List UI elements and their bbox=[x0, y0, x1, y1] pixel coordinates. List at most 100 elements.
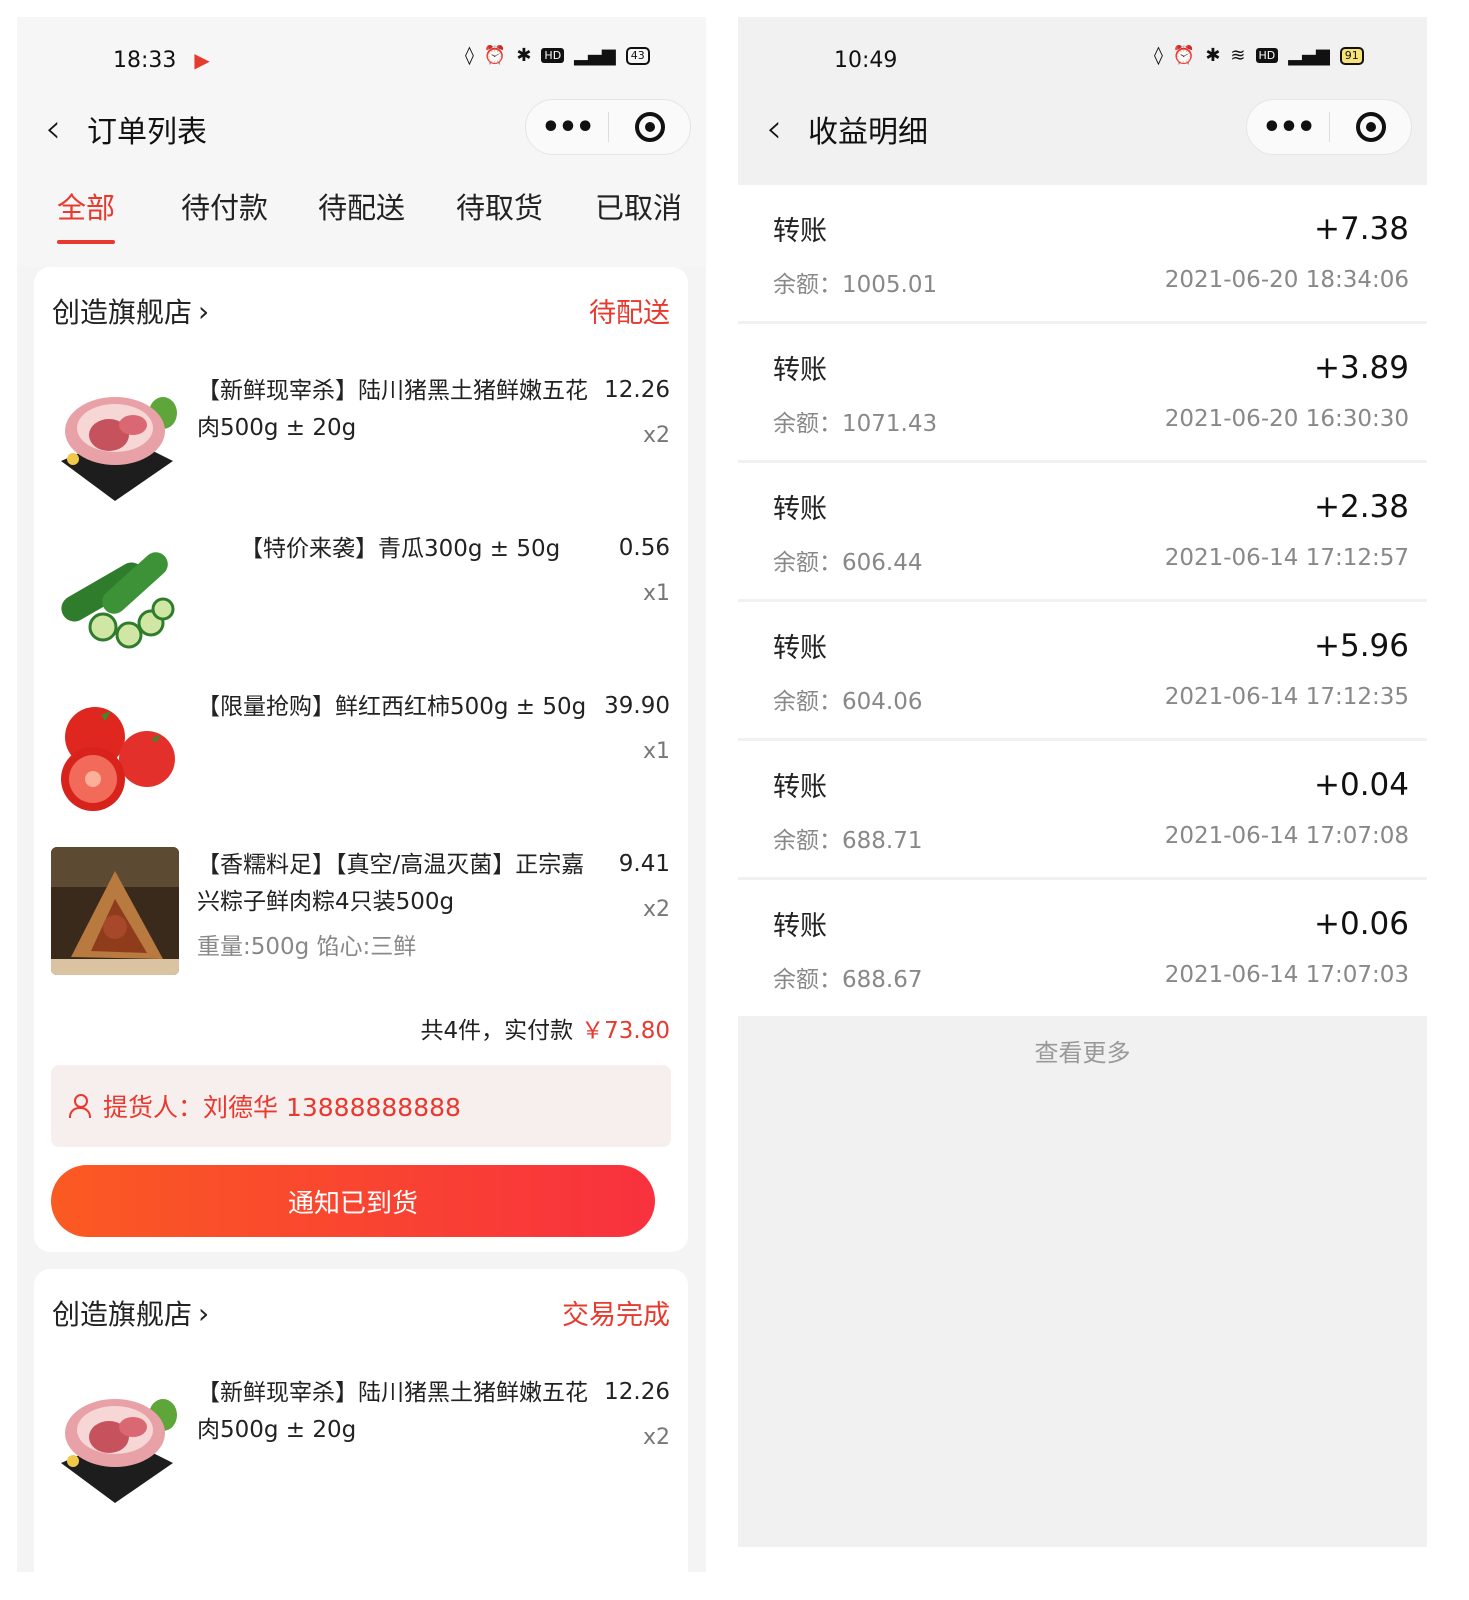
page-title: 收益明细 bbox=[808, 115, 928, 150]
user-icon bbox=[69, 1094, 91, 1118]
record-time: 2021-06-14 17:12:57 bbox=[1164, 545, 1409, 571]
record-type: 转账 bbox=[773, 216, 827, 247]
record-amount: +3.89 bbox=[1314, 350, 1409, 386]
signal-icon: ▂▄▆ bbox=[1288, 45, 1330, 66]
status-time: 18:33 bbox=[113, 47, 177, 73]
record-amount: +0.04 bbox=[1314, 767, 1409, 803]
mini-program-capsule: ••• bbox=[1246, 99, 1412, 155]
alarm-icon: ⏰ bbox=[483, 45, 507, 66]
record-type: 转账 bbox=[773, 355, 827, 386]
record-amount: +5.96 bbox=[1314, 628, 1409, 664]
more-icon[interactable]: ••• bbox=[526, 110, 608, 145]
order-item[interactable]: 【新鲜现宰杀】陆川猪黑土猪鲜嫩五花肉500g ± 20g 12.26 x2 bbox=[34, 1375, 688, 1505]
order-status: 交易完成 bbox=[562, 1300, 670, 1331]
earnings-record[interactable]: 转账 +5.96 余额：604.06 2021-06-14 17:12:35 bbox=[738, 602, 1427, 738]
tab-cancelled[interactable]: 已取消 bbox=[595, 185, 682, 227]
pork-belly-image bbox=[51, 1375, 179, 1503]
order-tabs: 全部 待付款 待配送 待取货 已取消 bbox=[17, 185, 706, 245]
item-quantity: x2 bbox=[642, 1425, 670, 1450]
hd-icon: HD bbox=[1255, 48, 1279, 63]
shop-link[interactable]: 创造旗舰店 › bbox=[52, 291, 209, 331]
order-item[interactable]: 【限量抢购】鲜红西红柿500g ± 50g 39.90 x1 bbox=[34, 689, 688, 819]
earnings-record[interactable]: 转账 +0.04 余额：688.71 2021-06-14 17:07:08 bbox=[738, 741, 1427, 877]
status-icons: ◊ ⏰ ✱ ≋ HD ▂▄▆ 91 bbox=[1154, 45, 1364, 66]
item-name: 【香糯料足】【真空/高温灭菌】正宗嘉兴粽子鲜肉粽4只装500g bbox=[197, 852, 585, 915]
item-price: 12.26 bbox=[604, 377, 670, 403]
app-notification-icon: ▶ bbox=[194, 48, 210, 72]
item-quantity: x1 bbox=[642, 739, 670, 764]
order-card[interactable]: 创造旗舰店 › 待配送 【新鲜现宰杀】陆川猪黑土猪鲜嫩五花肉500g ± 20g… bbox=[34, 267, 688, 1252]
close-mini-program-button[interactable] bbox=[1330, 112, 1411, 142]
order-card[interactable]: 创造旗舰店 › 交易完成 【新鲜现宰杀】陆川猪黑土猪鲜嫩五花肉500g ± 20… bbox=[34, 1269, 688, 1572]
item-price: 9.41 bbox=[618, 851, 670, 877]
see-more-link[interactable]: 查看更多 bbox=[738, 1033, 1427, 1068]
pickup-person-text: 提货人：刘德华 13888888888 bbox=[103, 1093, 461, 1122]
pickup-person: 提货人：刘德华 13888888888 bbox=[51, 1065, 671, 1147]
record-time: 2021-06-14 17:07:03 bbox=[1164, 962, 1409, 988]
mini-program-capsule: ••• bbox=[525, 99, 691, 155]
close-mini-program-button[interactable] bbox=[609, 112, 690, 142]
record-type: 转账 bbox=[773, 633, 827, 664]
target-icon bbox=[634, 112, 665, 142]
summary-label: 共4件，实付款 bbox=[420, 1018, 574, 1044]
record-time: 2021-06-14 17:12:35 bbox=[1164, 684, 1409, 710]
wifi-icon: ≋ bbox=[1230, 45, 1246, 66]
tomato-image bbox=[51, 689, 179, 817]
shop-link[interactable]: 创造旗舰店 › bbox=[52, 1293, 209, 1333]
status-icons: ◊ ⏰ ✱ HD ▂▄▆ 43 bbox=[465, 45, 650, 66]
record-type: 转账 bbox=[773, 772, 827, 803]
item-name: 【新鲜现宰杀】陆川猪黑土猪鲜嫩五花肉500g ± 20g bbox=[197, 378, 588, 441]
record-balance: 余额：688.71 bbox=[773, 828, 923, 854]
more-icon[interactable]: ••• bbox=[1247, 110, 1329, 145]
status-bar: 18:33 ▶ bbox=[113, 43, 210, 77]
back-icon[interactable]: ‹ bbox=[766, 106, 782, 152]
record-balance: 余额：688.67 bbox=[773, 967, 923, 993]
status-bar: 10:49 bbox=[834, 43, 897, 77]
order-item[interactable]: 【香糯料足】【真空/高温灭菌】正宗嘉兴粽子鲜肉粽4只装500g 9.41 x2 … bbox=[34, 847, 688, 987]
tab-pending-delivery[interactable]: 待配送 bbox=[318, 185, 405, 227]
page-title: 订单列表 bbox=[87, 115, 207, 150]
order-item[interactable]: 【新鲜现宰杀】陆川猪黑土猪鲜嫩五花肉500g ± 20g 12.26 x2 bbox=[34, 373, 688, 503]
active-tab-indicator bbox=[57, 240, 115, 244]
record-time: 2021-06-20 16:30:30 bbox=[1164, 406, 1409, 432]
record-amount: +7.38 bbox=[1314, 211, 1409, 247]
order-item[interactable]: 【特价来袭】青瓜300g ± 50g 0.56 x1 bbox=[34, 531, 688, 661]
navigation-bar: ‹ 订单列表 bbox=[45, 99, 207, 159]
chevron-right-icon: › bbox=[198, 1296, 210, 1330]
item-name: 【限量抢购】鲜红西红柿500g ± 50g bbox=[197, 694, 587, 720]
order-list-screen: 18:33 ▶ ◊ ⏰ ✱ HD ▂▄▆ 43 ‹ 订单列表 ••• 全部 待付… bbox=[17, 17, 706, 1572]
drop-icon: ◊ bbox=[465, 45, 474, 66]
earnings-record[interactable]: 转账 +0.06 余额：688.67 2021-06-14 17:07:03 bbox=[738, 880, 1427, 1016]
record-balance: 余额：604.06 bbox=[773, 689, 923, 715]
earnings-record[interactable]: 转账 +2.38 余额：606.44 2021-06-14 17:12:57 bbox=[738, 463, 1427, 599]
tab-pending-pickup[interactable]: 待取货 bbox=[456, 185, 543, 227]
battery-icon: 91 bbox=[1339, 46, 1364, 65]
tab-pending-payment[interactable]: 待付款 bbox=[181, 185, 268, 227]
order-status: 待配送 bbox=[589, 298, 670, 329]
shop-name: 创造旗舰店 bbox=[52, 1298, 193, 1331]
notify-arrived-button[interactable]: 通知已到货 bbox=[51, 1165, 655, 1237]
back-icon[interactable]: ‹ bbox=[45, 106, 61, 152]
item-price: 39.90 bbox=[604, 693, 670, 719]
zongzi-image bbox=[51, 847, 179, 975]
record-balance: 余额：1005.01 bbox=[773, 272, 938, 298]
cucumber-image bbox=[51, 531, 179, 659]
hd-icon: HD bbox=[541, 48, 565, 63]
record-type: 转账 bbox=[773, 494, 827, 525]
earnings-record[interactable]: 转账 +7.38 余额：1005.01 2021-06-20 18:34:06 bbox=[738, 185, 1427, 321]
earnings-record[interactable]: 转账 +3.89 余额：1071.43 2021-06-20 16:30:30 bbox=[738, 324, 1427, 460]
tab-all[interactable]: 全部 bbox=[57, 185, 115, 227]
item-quantity: x1 bbox=[642, 581, 670, 606]
shop-name: 创造旗舰店 bbox=[52, 296, 193, 329]
item-spec: 重量:500g 馅心:三鲜 bbox=[197, 934, 417, 960]
bluetooth-icon: ✱ bbox=[1205, 45, 1221, 66]
pork-belly-image bbox=[51, 373, 179, 501]
item-price: 0.56 bbox=[618, 535, 670, 561]
alarm-icon: ⏰ bbox=[1172, 45, 1196, 66]
record-amount: +2.38 bbox=[1314, 489, 1409, 525]
record-amount: +0.06 bbox=[1314, 906, 1409, 942]
item-price: 12.26 bbox=[604, 1379, 670, 1405]
signal-icon: ▂▄▆ bbox=[574, 45, 616, 66]
status-time: 10:49 bbox=[834, 47, 898, 73]
target-icon bbox=[1355, 112, 1386, 142]
